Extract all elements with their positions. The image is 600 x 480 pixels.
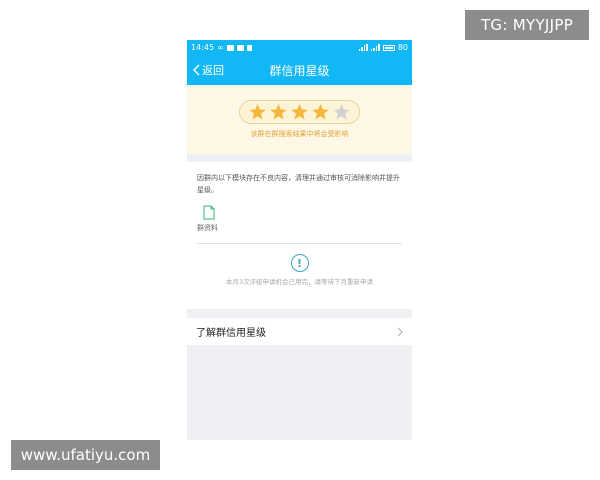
chevron-left-icon [193, 64, 200, 76]
back-label: 返回 [202, 64, 224, 77]
page-title: 群信用星级 [269, 63, 330, 78]
warning-text: 本月3次评级申请机会已用完，请等待下月重新申请 [225, 278, 374, 286]
wifi-bars-icon [370, 44, 380, 51]
watermark-website: www.ufatiyu.com [11, 440, 160, 470]
module-label: 群资料 [197, 224, 218, 232]
status-right: 80 [358, 43, 408, 52]
back-button[interactable]: 返回 [193, 55, 224, 85]
battery-level: 80 [397, 43, 408, 52]
status-time: 14:45 [191, 43, 215, 52]
signal-icon [358, 44, 368, 51]
rating-caption: 该群在群搜索结果中将会受影响 [250, 130, 349, 138]
battery-icon [382, 44, 395, 51]
infinity-icon: ∞ [217, 42, 224, 52]
star-filled-icon [312, 103, 329, 119]
chevron-right-icon [397, 327, 403, 336]
rating-panel: 该群在群搜索结果中将会受影响 [187, 85, 412, 154]
phone-screen: 14:45 ∞ 80 返回 群信用星级 该群在群搜索结果中将会受影响 因群内以下… [187, 40, 412, 440]
warning-area: ! 本月3次评级申请机会已用完，请等待下月重新申请 [197, 244, 402, 286]
learn-more-label: 了解群信用星级 [196, 328, 266, 339]
status-left: 14:45 ∞ [191, 43, 252, 52]
document-icon [203, 205, 215, 220]
star-empty-icon [333, 103, 350, 119]
star-rating [239, 100, 360, 124]
image-icon [236, 44, 244, 51]
status-bar: 14:45 ∞ 80 [187, 40, 412, 55]
watermark-telegram: TG: MYYJJPP [465, 10, 589, 40]
content-panel: 因群内以下模块存在不良内容，清理并通过审核可消除影响并提升星级。 群资料 ! 本… [187, 162, 412, 309]
mail-icon [226, 44, 234, 51]
sim-icon [246, 44, 252, 51]
star-filled-icon [291, 103, 308, 119]
exclamation-icon: ! [290, 254, 309, 272]
star-filled-icon [270, 103, 287, 119]
star-filled-icon [249, 103, 266, 119]
learn-credit-rating-row[interactable]: 了解群信用星级 [187, 318, 412, 345]
nav-bar: 返回 群信用星级 [187, 55, 412, 85]
notice-text: 因群内以下模块存在不良内容，清理并通过审核可消除影响并提升星级。 [197, 174, 400, 194]
module-group-profile[interactable]: 群资料 [197, 205, 402, 233]
